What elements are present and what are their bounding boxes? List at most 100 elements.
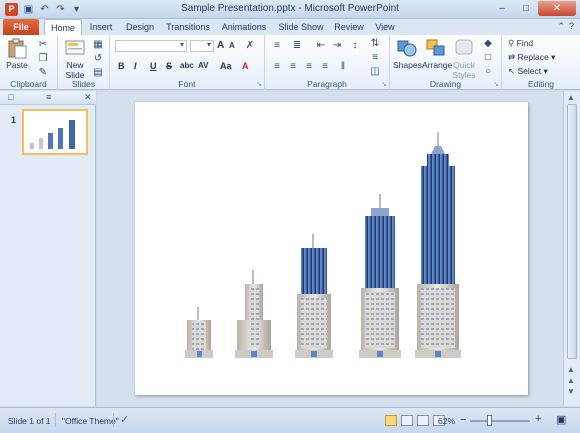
- shape-outline-icon[interactable]: □: [482, 52, 494, 64]
- bullets-icon[interactable]: ≡: [271, 40, 283, 52]
- text-shadow-button[interactable]: abc: [180, 61, 194, 70]
- reading-view-icon[interactable]: [417, 415, 429, 426]
- shrink-font-button[interactable]: A: [229, 41, 235, 50]
- drawing-dialog-launcher[interactable]: ↘: [493, 80, 499, 88]
- close-pane-icon[interactable]: ✕: [84, 92, 92, 103]
- editing-group-label: Editing: [528, 79, 554, 89]
- building-2: [235, 270, 273, 358]
- zoom-in-button[interactable]: +: [535, 413, 541, 425]
- slide-sorter-view-icon[interactable]: [401, 415, 413, 426]
- tab-file[interactable]: File: [3, 19, 39, 35]
- increase-indent-icon[interactable]: ⇥: [331, 40, 343, 52]
- slide-thumbnail-number: 1: [11, 115, 17, 125]
- font-name-combo[interactable]: [115, 40, 187, 52]
- numbering-icon[interactable]: ≣: [291, 40, 303, 52]
- replace-button[interactable]: ⇄ Replace ▾: [508, 52, 555, 63]
- next-slide-icon[interactable]: ▼: [567, 387, 575, 396]
- arrange-button[interactable]: Arrange: [422, 37, 452, 70]
- zoom-slider-knob[interactable]: [487, 415, 492, 426]
- zoom-level[interactable]: 62%: [438, 416, 455, 426]
- tab-review[interactable]: Review: [333, 19, 365, 35]
- font-size-combo[interactable]: [190, 40, 214, 52]
- align-center-icon[interactable]: ≡: [287, 61, 299, 73]
- change-case-button[interactable]: Aa: [220, 61, 232, 71]
- new-slide-button[interactable]: New Slide: [62, 37, 88, 80]
- fit-to-window-icon[interactable]: ▣: [556, 413, 566, 426]
- building-3: [295, 234, 333, 358]
- smartart-icon[interactable]: ◫: [369, 66, 381, 78]
- decrease-indent-icon[interactable]: ⇤: [315, 40, 327, 52]
- zoom-out-button[interactable]: −: [460, 414, 466, 426]
- title-bar: P ▣ ↶ ↷ ▾ Sample Presentation.pptx - Mic…: [0, 0, 580, 19]
- slides-tab-icon[interactable]: □: [8, 92, 13, 102]
- zoom-slider[interactable]: [470, 420, 530, 422]
- minimize-button[interactable]: –: [490, 1, 514, 16]
- tab-design[interactable]: Design: [124, 19, 156, 35]
- thumbnail-buildings: [30, 120, 75, 149]
- tab-home[interactable]: Home: [44, 19, 82, 35]
- maximize-button[interactable]: □: [514, 1, 538, 16]
- spell-check-icon[interactable]: ✓: [120, 413, 129, 426]
- grow-font-button[interactable]: A: [217, 40, 224, 51]
- reset-icon[interactable]: ↺: [92, 53, 104, 65]
- status-bar: Slide 1 of 1 "Office Theme" ✓ 62% − + ▣: [0, 407, 580, 433]
- font-color-button[interactable]: A: [242, 61, 249, 71]
- underline-button[interactable]: U: [150, 61, 157, 71]
- normal-view-icon[interactable]: [385, 415, 397, 426]
- columns-icon[interactable]: ‖: [337, 61, 349, 73]
- paste-button[interactable]: Paste: [6, 37, 28, 70]
- outline-tab-icon[interactable]: ≡: [46, 92, 51, 102]
- clear-formatting-icon[interactable]: ✗: [244, 40, 256, 52]
- align-right-icon[interactable]: ≡: [303, 61, 315, 73]
- find-button[interactable]: ⚲ Find: [508, 38, 533, 49]
- editing-group: ⚲ Find ⇄ Replace ▾ ↖ Select ▾ Editing: [502, 35, 580, 90]
- italic-button[interactable]: I: [134, 61, 137, 71]
- bold-button[interactable]: B: [118, 61, 125, 71]
- window-controls: – □ ✕: [490, 1, 576, 16]
- tab-slide-show[interactable]: Slide Show: [278, 19, 324, 35]
- align-left-icon[interactable]: ≡: [271, 61, 283, 73]
- status-separator: [55, 413, 56, 427]
- help-icon[interactable]: ?: [569, 21, 574, 32]
- shapes-button[interactable]: Shapes: [393, 37, 422, 70]
- minimize-ribbon-icon[interactable]: ⌃: [557, 21, 565, 32]
- tab-insert[interactable]: Insert: [86, 19, 116, 35]
- status-separator: [113, 413, 114, 427]
- find-icon: ⚲: [508, 38, 515, 48]
- text-direction-icon[interactable]: ⇅: [369, 38, 381, 50]
- drawing-group-label: Drawing: [429, 79, 462, 89]
- theme-status[interactable]: "Office Theme": [62, 416, 119, 426]
- tab-view[interactable]: View: [372, 19, 398, 35]
- slides-group: New Slide ▦ ↺ ▤ Slides: [58, 35, 110, 90]
- scroll-up-icon[interactable]: ▲: [567, 93, 575, 102]
- tab-animations[interactable]: Animations: [220, 19, 268, 35]
- building-1: [185, 307, 213, 358]
- font-dialog-launcher[interactable]: ↘: [256, 80, 262, 88]
- vertical-scrollbar[interactable]: ▲ ▲ ▲ ▼: [563, 91, 580, 406]
- format-painter-icon[interactable]: ✎: [37, 67, 49, 79]
- justify-icon[interactable]: ≡: [319, 61, 331, 73]
- new-slide-icon: [65, 40, 85, 55]
- quick-styles-button[interactable]: Quick Styles: [450, 37, 478, 80]
- slide-thumbnail[interactable]: [22, 109, 88, 155]
- previous-slide-icon[interactable]: ▲: [567, 376, 575, 385]
- shapes-icon: [397, 40, 417, 57]
- section-icon[interactable]: ▤: [92, 67, 104, 79]
- shape-effects-icon[interactable]: ○: [482, 66, 494, 78]
- pane-header: □ ≡ ✕: [0, 91, 96, 105]
- close-button[interactable]: ✕: [538, 1, 576, 16]
- slide-canvas[interactable]: [135, 102, 528, 395]
- copy-icon[interactable]: ❐: [37, 53, 49, 65]
- cut-icon[interactable]: ✂: [37, 39, 49, 51]
- layout-icon[interactable]: ▦: [92, 39, 104, 51]
- scroll-up-arrow-icon[interactable]: ▲: [567, 365, 575, 374]
- line-spacing-icon[interactable]: ↕: [349, 40, 361, 52]
- paragraph-dialog-launcher[interactable]: ↘: [381, 80, 387, 88]
- select-button[interactable]: ↖ Select ▾: [508, 66, 548, 77]
- align-text-icon[interactable]: ≡: [369, 52, 381, 64]
- character-spacing-button[interactable]: AV: [198, 61, 209, 70]
- shape-fill-icon[interactable]: ◆: [482, 38, 494, 50]
- tab-transitions[interactable]: Transitions: [165, 19, 211, 35]
- scroll-thumb[interactable]: [567, 104, 577, 359]
- strikethrough-button[interactable]: S: [166, 61, 172, 71]
